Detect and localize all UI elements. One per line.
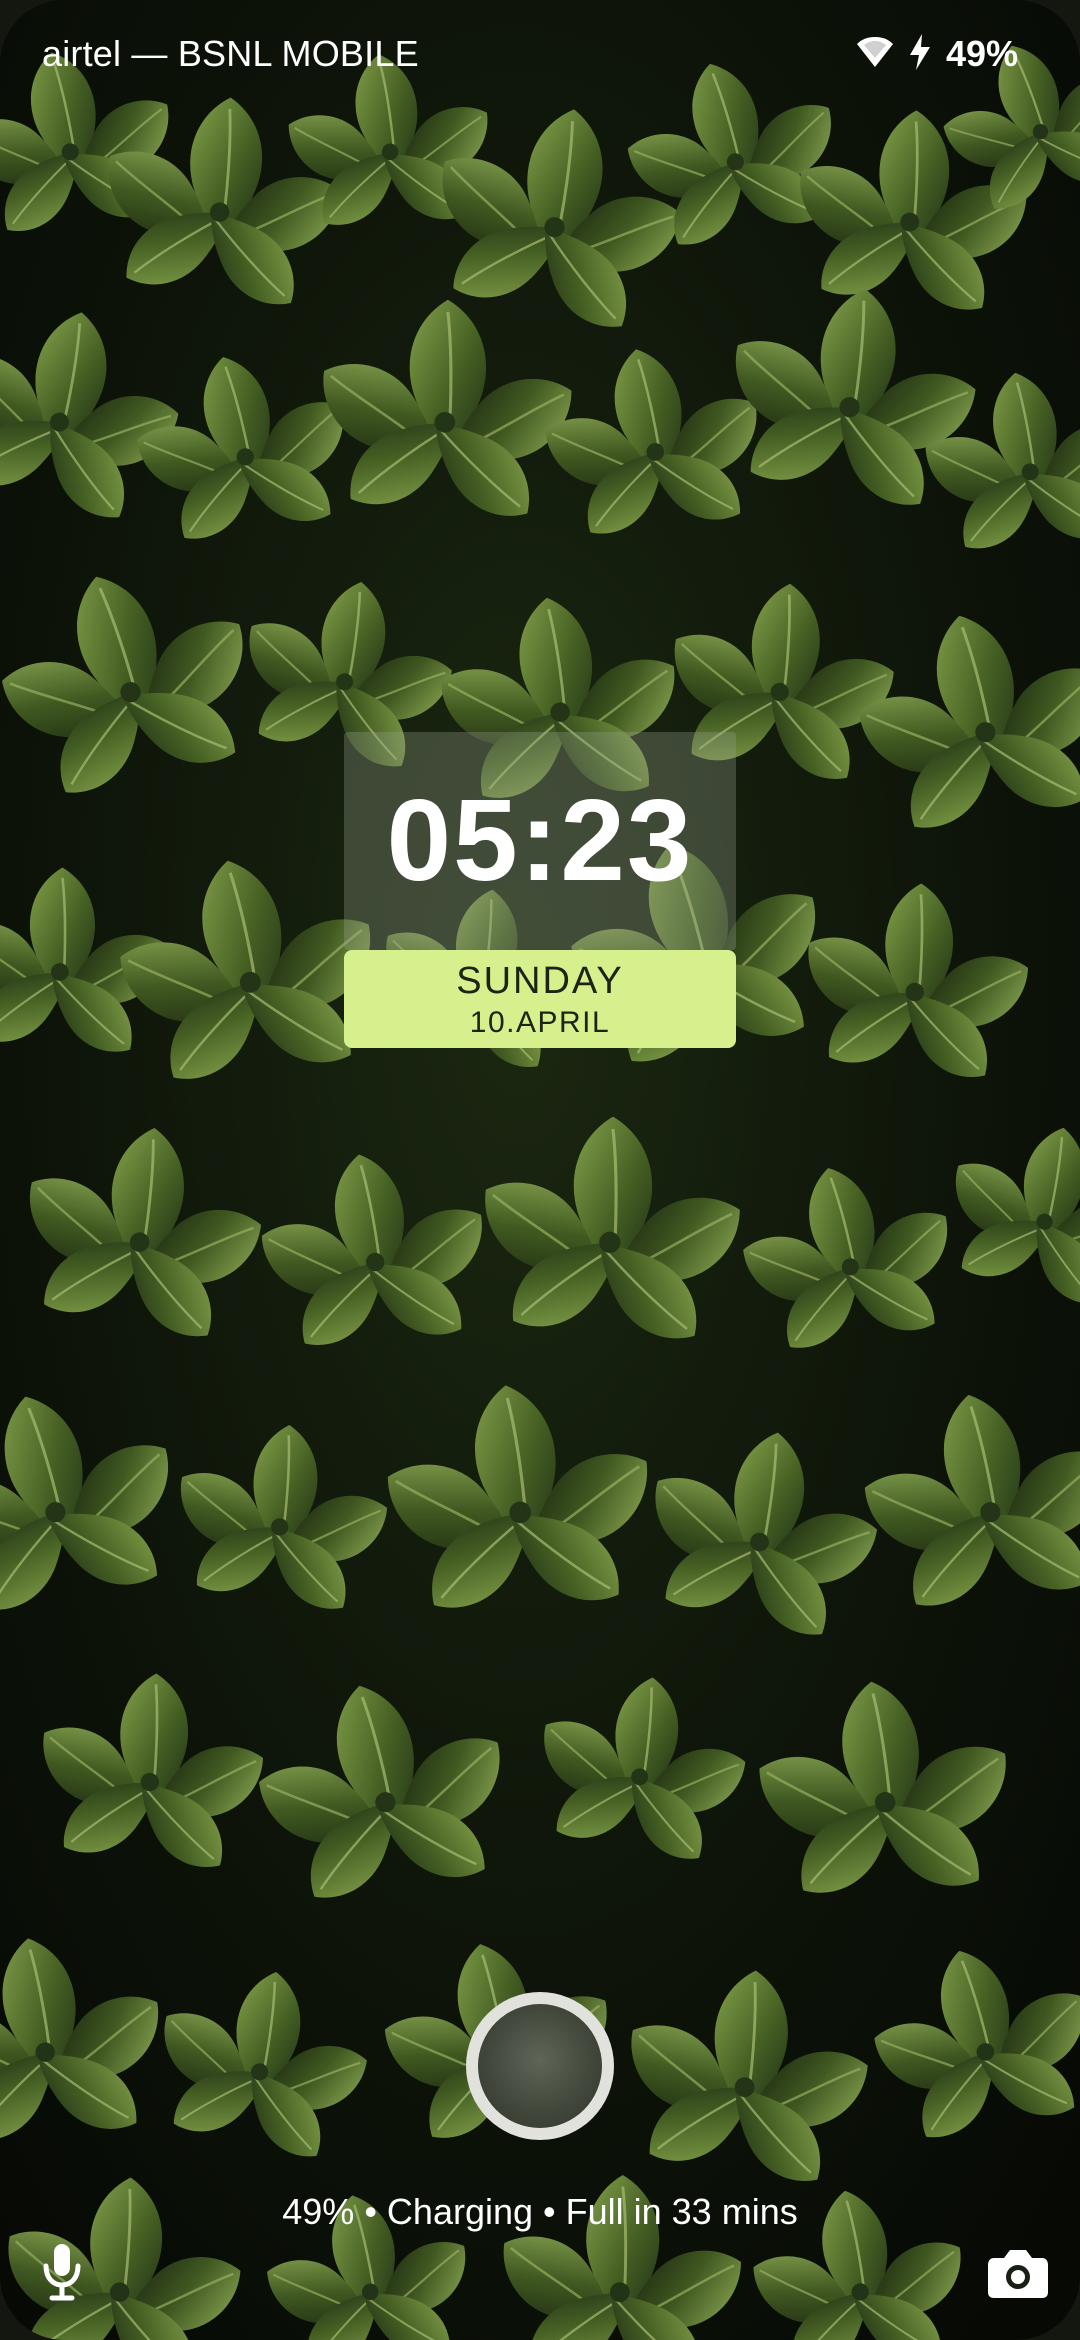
date-panel: SUNDAY 10.APRIL xyxy=(344,950,736,1048)
battery-percent: 49% xyxy=(945,33,1018,74)
camera-icon[interactable] xyxy=(986,2246,1050,2300)
status-icons: 49% xyxy=(856,30,1018,78)
carrier-name: airtel — BSNL MOBILE xyxy=(42,33,419,74)
unlock-circle-button[interactable] xyxy=(466,1992,614,2140)
mic-icon[interactable] xyxy=(34,2240,90,2304)
status-bar: airtel — BSNL MOBILE 49% xyxy=(0,0,1080,110)
date-label: 10.APRIL xyxy=(469,1006,611,1039)
charging-bolt-icon xyxy=(908,33,932,76)
day-label: SUNDAY xyxy=(456,960,624,1002)
lock-screen: airtel — BSNL MOBILE 49% 05:23 SUNDAY 10… xyxy=(0,0,1080,2340)
clock-time: 05:23 xyxy=(386,775,694,905)
charging-status: 49% • Charging • Full in 33 mins xyxy=(282,2191,798,2232)
wifi-icon xyxy=(856,36,894,73)
leaf-wallpaper xyxy=(0,0,1080,2340)
